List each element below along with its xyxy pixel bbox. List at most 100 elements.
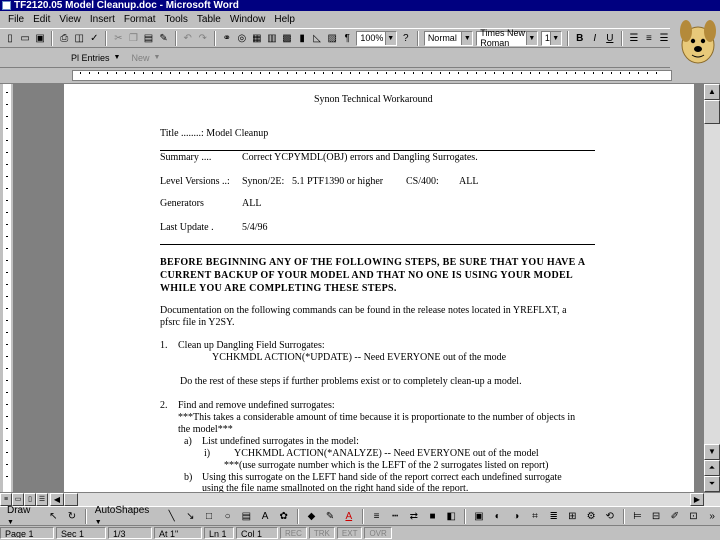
hyperlink-icon[interactable]: ⚭ [221, 31, 233, 46]
rectangle-icon[interactable]: □ [201, 509, 217, 524]
zoom-combo[interactable]: 100% ▼ [356, 30, 397, 46]
scroll-thumb[interactable] [704, 100, 720, 124]
print-preview-icon[interactable]: ◫ [73, 31, 85, 46]
copy-icon[interactable]: ❐ [127, 31, 139, 46]
word-app-icon[interactable] [2, 1, 11, 10]
office-assistant-icon[interactable]: ? [400, 31, 412, 46]
chevron-down-icon[interactable]: ▼ [525, 31, 537, 45]
pl-entries-button[interactable]: Pl Entries ▼ [67, 50, 124, 65]
arrow-style-icon[interactable]: ⇄ [406, 509, 422, 524]
clip-art-icon[interactable]: ✿ [276, 509, 292, 524]
menu-tools[interactable]: Tools [165, 14, 188, 25]
distribute-icon[interactable]: ⊟ [648, 509, 664, 524]
print-icon[interactable]: ⎙ [58, 31, 70, 46]
drawing-icon[interactable]: ◺ [311, 31, 323, 46]
menu-view[interactable]: View [59, 14, 81, 25]
scroll-left-button[interactable]: ◀ [50, 493, 64, 506]
paste-icon[interactable]: ▤ [143, 31, 155, 46]
shadow-icon[interactable]: ■ [425, 509, 441, 524]
insert-table-icon[interactable]: ▥ [266, 31, 278, 46]
group-icon[interactable]: ⊡ [686, 509, 702, 524]
select-objects-icon[interactable]: ↖ [45, 509, 61, 524]
format-painter-icon[interactable]: ✎ [158, 31, 170, 46]
office-assistant[interactable] [670, 11, 720, 69]
oval-icon[interactable]: ○ [220, 509, 236, 524]
font-size-combo[interactable]: 10 ▼ [540, 30, 562, 46]
image-control-icon[interactable]: ◐ [490, 509, 506, 524]
menu-insert[interactable]: Insert [90, 14, 115, 25]
text-wrap-icon[interactable]: ⊞ [565, 509, 581, 524]
arrow-icon[interactable]: ↘ [182, 509, 198, 524]
scroll-down-button[interactable]: ▼ [704, 444, 720, 460]
document-area[interactable]: Synon Technical Workaround Title .......… [14, 84, 704, 492]
align-icon[interactable]: ⊨ [630, 509, 646, 524]
title-bar[interactable]: TF2120.05 Model Cleanup.doc - Microsoft … [0, 0, 720, 11]
menu-table[interactable]: Table [197, 14, 221, 25]
more-contrast-icon[interactable]: ◑ [508, 509, 524, 524]
line-weight-icon[interactable]: ≣ [546, 509, 562, 524]
undo-icon[interactable]: ↶ [182, 31, 194, 46]
bold-button[interactable]: B [574, 31, 586, 46]
vertical-scrollbar[interactable]: ▲ ▼ ⏶ ⏷ [704, 84, 720, 492]
web-toolbar-icon[interactable]: ◎ [236, 31, 248, 46]
horizontal-ruler[interactable] [0, 68, 720, 84]
font-combo[interactable]: Times New Roman ▼ [476, 28, 538, 48]
line-style-icon[interactable]: ≡ [369, 509, 385, 524]
edit-points-icon[interactable]: ✐ [667, 509, 683, 524]
menu-window[interactable]: Window [230, 14, 266, 25]
previous-page-icon[interactable]: ⏶ [704, 460, 720, 476]
align-center-icon[interactable]: ≡ [643, 31, 655, 46]
crop-icon[interactable]: ⌗ [527, 509, 543, 524]
3d-icon[interactable]: ◧ [443, 509, 459, 524]
underline-button[interactable]: U [604, 31, 616, 46]
more-buttons-icon[interactable]: » [704, 509, 720, 524]
status-ovr[interactable]: OVR [364, 527, 392, 539]
scroll-up-button[interactable]: ▲ [704, 84, 720, 100]
format-picture-icon[interactable]: ⚙ [583, 509, 599, 524]
open-folder-icon[interactable]: ▭ [19, 31, 31, 46]
font-color-icon[interactable]: A [341, 509, 357, 524]
status-rec[interactable]: REC [280, 527, 307, 539]
style-combo[interactable]: Normal ▼ [423, 30, 474, 46]
draw-menu-button[interactable]: Draw ▼ [4, 505, 42, 527]
document-map-icon[interactable]: ▨ [326, 31, 338, 46]
fill-color-icon[interactable]: ◆ [304, 509, 320, 524]
insert-excel-icon[interactable]: ▩ [281, 31, 293, 46]
tables-borders-icon[interactable]: ▦ [251, 31, 263, 46]
wordart-icon[interactable]: A [257, 509, 273, 524]
menu-help[interactable]: Help [274, 14, 295, 25]
new-button[interactable]: New ▼ [127, 50, 164, 65]
italic-button[interactable]: I [589, 31, 601, 46]
insert-picture-icon[interactable]: ▣ [471, 509, 487, 524]
line-icon[interactable]: ╲ [164, 509, 180, 524]
autoshapes-menu-button[interactable]: AutoShapes ▼ [92, 505, 161, 527]
reset-picture-icon[interactable]: ⟲ [602, 509, 618, 524]
line-color-icon[interactable]: ✎ [322, 509, 338, 524]
text-box-icon[interactable]: ▤ [239, 509, 255, 524]
free-rotate-icon[interactable]: ↻ [64, 509, 80, 524]
chevron-down-icon[interactable]: ▼ [549, 31, 561, 45]
cut-icon[interactable]: ✂ [112, 31, 124, 46]
save-icon[interactable]: ▣ [34, 31, 46, 46]
new-document-icon[interactable]: ▯ [4, 31, 16, 46]
dash-style-icon[interactable]: ┅ [387, 509, 403, 524]
vertical-ruler[interactable] [0, 84, 14, 492]
menu-edit[interactable]: Edit [33, 14, 50, 25]
chevron-down-icon[interactable]: ▼ [461, 31, 473, 45]
align-right-icon[interactable]: ☰ [658, 31, 670, 46]
horizontal-scrollbar[interactable]: ≡ ▭ ▯ ☰ ◀ ▶ [0, 492, 720, 506]
next-page-icon[interactable]: ⏷ [704, 476, 720, 492]
menu-file[interactable]: File [8, 14, 24, 25]
chevron-down-icon[interactable]: ▼ [384, 31, 396, 45]
spelling-icon[interactable]: ✓ [88, 31, 100, 46]
status-trk[interactable]: TRK [308, 527, 335, 539]
align-left-icon[interactable]: ☰ [628, 31, 640, 46]
columns-icon[interactable]: ▮ [296, 31, 308, 46]
redo-icon[interactable]: ↷ [197, 31, 209, 46]
show-hide-icon[interactable]: ¶ [341, 31, 353, 46]
scroll-right-button[interactable]: ▶ [690, 493, 704, 506]
document-page[interactable]: Synon Technical Workaround Title .......… [64, 84, 694, 492]
horizontal-scroll-thumb[interactable] [64, 493, 78, 506]
status-ext[interactable]: EXT [336, 527, 363, 539]
menu-format[interactable]: Format [124, 14, 156, 25]
